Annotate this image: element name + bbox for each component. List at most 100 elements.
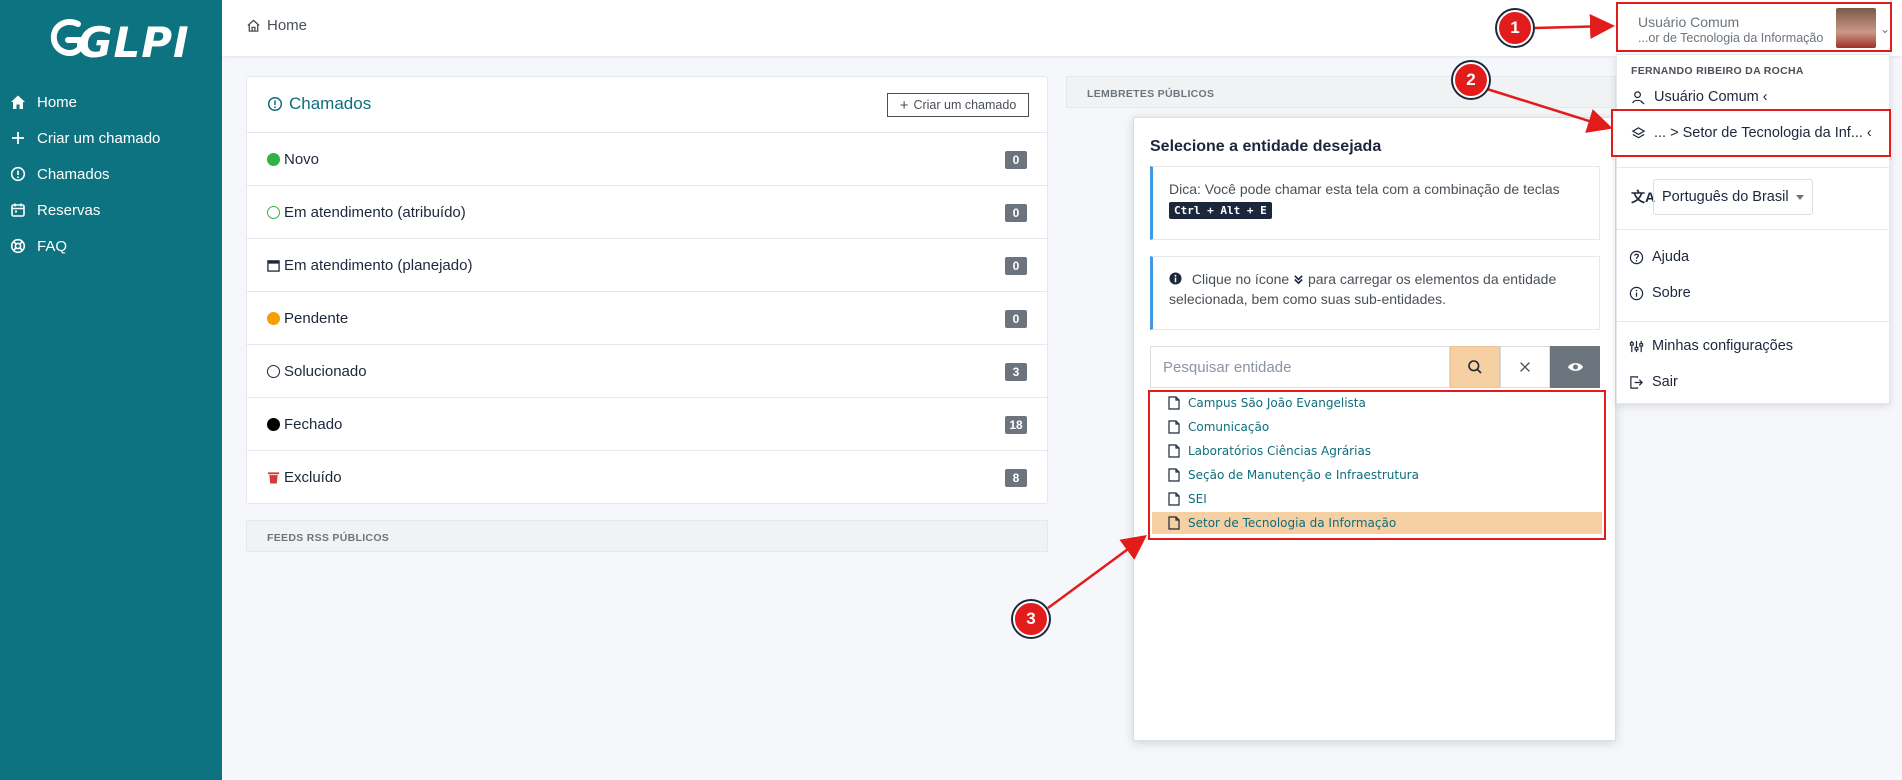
search-button[interactable] [1450, 346, 1500, 388]
entity-item[interactable]: Seção de Manutenção e Infraestrutura [1150, 464, 1604, 486]
logout-menu-item[interactable]: Sair [1629, 374, 1678, 390]
status-count-badge: 8 [1005, 469, 1027, 487]
status-label: Pendente [267, 310, 348, 327]
status-label-text: Pendente [284, 310, 349, 327]
status-filled-circle-icon [267, 418, 280, 431]
user-fullname: FERNANDO RIBEIRO DA ROCHA [1631, 65, 1804, 77]
lifebuoy-icon [10, 238, 26, 254]
entity-item-selected[interactable]: Setor de Tecnologia da Informação [1152, 512, 1602, 534]
home-icon [11, 95, 25, 109]
sidebar-item-label: FAQ [37, 237, 68, 255]
entity-selector-modal: Selecione a entidade desejada Dica: Você… [1133, 117, 1616, 741]
settings-menu-item[interactable]: Minhas configurações [1629, 338, 1793, 354]
feeds-rss-card[interactable]: FEEDS RSS PÚBLICOS [246, 520, 1048, 552]
annotation-marker-2: 2 [1453, 62, 1489, 98]
profile-menu-item[interactable]: Usuário Comum ‹ [1631, 89, 1768, 105]
search-icon [1468, 360, 1482, 374]
avatar [1836, 8, 1876, 48]
user-menu-toggle[interactable]: Usuário Comum ...or de Tecnologia da Inf… [1616, 2, 1892, 52]
status-row-excluido[interactable]: Excluído 8 [247, 450, 1047, 503]
chamados-title: Chamados [267, 94, 371, 114]
entity-item[interactable]: Comunicação [1150, 416, 1604, 438]
close-icon [1520, 362, 1530, 372]
divider [1617, 321, 1891, 322]
status-count-badge: 0 [1005, 257, 1027, 275]
status-filled-circle-icon [267, 312, 280, 325]
glpi-logo[interactable]: GLPI [48, 14, 189, 67]
file-icon [1168, 396, 1180, 410]
status-row-fechado[interactable]: Fechado 18 [247, 397, 1047, 450]
file-icon [1168, 492, 1180, 506]
chevron-left-icon: ‹ [1866, 125, 1872, 141]
status-label: Em atendimento (planejado) [267, 257, 472, 274]
language-value: Português do Brasil [1662, 189, 1789, 205]
breadcrumb[interactable]: Home [246, 17, 307, 34]
status-row-pendente[interactable]: Pendente 0 [247, 291, 1047, 344]
clear-search-button[interactable] [1500, 346, 1550, 388]
chamados-card: Chamados + Criar um chamado Novo 0 Em at… [246, 76, 1048, 504]
chevron-down-icon: ⌄ [1880, 22, 1891, 36]
entity-item-label: Seção de Manutenção e Infraestrutura [1188, 468, 1419, 482]
info-icon [1629, 286, 1644, 300]
language-select[interactable]: Português do Brasil [1653, 179, 1813, 215]
trash-icon [267, 472, 280, 484]
logo-text: GLPI [78, 18, 190, 67]
settings-label: Minhas configurações [1652, 338, 1794, 354]
status-label-text: Em atendimento (atribuído) [284, 204, 466, 221]
user-icon [1632, 90, 1645, 104]
status-label: Solucionado [267, 363, 367, 380]
criar-chamado-button[interactable]: + Criar um chamado [887, 93, 1029, 117]
info-icon [1169, 272, 1182, 285]
user-dropdown-menu: FERNANDO RIBEIRO DA ROCHA Usuário Comum … [1611, 54, 1891, 404]
entity-item-label: Setor de Tecnologia da Informação [1188, 516, 1397, 530]
status-row-solucionado[interactable]: Solucionado 3 [247, 344, 1047, 397]
logout-icon [1630, 375, 1643, 389]
status-row-novo[interactable]: Novo 0 [247, 132, 1047, 185]
entity-item[interactable]: Campus São João Evangelista [1150, 392, 1604, 414]
entity-search-input[interactable] [1150, 346, 1450, 388]
home-outline-icon [247, 19, 260, 32]
chamados-title-text: Chamados [289, 94, 372, 113]
sidebar-item-label: Reservas [37, 201, 101, 219]
entity-menu-item[interactable]: ... > Setor de Tecnologia da Inf... ‹ [1631, 125, 1872, 141]
shortcut-kbd: Ctrl + Alt + E [1169, 202, 1272, 219]
entity-item[interactable]: SEI [1150, 488, 1604, 510]
entity-item[interactable]: Laboratórios Ciências Agrárias [1150, 440, 1604, 462]
lembretes-title: LEMBRETES PÚBLICOS [1087, 88, 1215, 100]
lembretes-card[interactable]: LEMBRETES PÚBLICOS [1066, 76, 1616, 108]
eye-icon [1567, 363, 1583, 371]
status-label-text: Solucionado [284, 363, 367, 380]
sidebar-item-faq[interactable]: FAQ [0, 228, 222, 264]
status-count-badge: 0 [1005, 204, 1027, 222]
info-prefix: Clique no ícone [1191, 271, 1290, 287]
status-count-badge: 18 [1005, 416, 1027, 434]
status-row-atribuido[interactable]: Em atendimento (atribuído) 0 [247, 185, 1047, 238]
status-label: Excluído [267, 469, 342, 486]
sidebar-nav: Home Criar um chamado Chamados Reservas … [0, 84, 222, 264]
status-outline-circle-icon [267, 365, 280, 378]
help-label: Ajuda [1652, 249, 1690, 265]
language-icon: 文A [1631, 189, 1656, 205]
help-menu-item[interactable]: Ajuda [1629, 249, 1689, 265]
alert-circle-icon [267, 96, 283, 112]
entity-item-label: SEI [1188, 492, 1207, 506]
file-icon [1168, 444, 1180, 458]
criar-chamado-label: Criar um chamado [913, 98, 1017, 112]
status-row-planejado[interactable]: Em atendimento (planejado) 0 [247, 238, 1047, 291]
about-menu-item[interactable]: Sobre [1629, 285, 1691, 301]
sidebar-item-chamados[interactable]: Chamados [0, 156, 222, 192]
settings-sliders-icon [1629, 340, 1644, 352]
plus-icon: + [899, 96, 909, 114]
sidebar-item-home[interactable]: Home [0, 84, 222, 120]
status-label-text: Excluído [284, 469, 342, 486]
status-label: Em atendimento (atribuído) [267, 204, 466, 221]
status-count-badge: 3 [1005, 363, 1027, 381]
user-profile: Usuário Comum [1638, 14, 1740, 30]
sidebar-item-reservas[interactable]: Reservas [0, 192, 222, 228]
arrow-3 [1047, 535, 1148, 610]
layers-icon [1631, 126, 1646, 138]
entity-item-label: Campus São João Evangelista [1188, 396, 1366, 410]
status-label: Novo [267, 151, 319, 168]
sidebar-item-criar-chamado[interactable]: Criar um chamado [0, 120, 222, 156]
show-all-button[interactable] [1550, 346, 1600, 388]
